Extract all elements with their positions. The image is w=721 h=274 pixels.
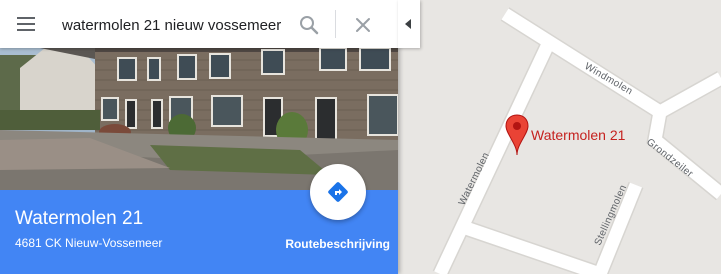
caret-left-icon <box>405 19 411 29</box>
close-x-icon[interactable] <box>351 13 375 37</box>
search-divider <box>335 10 336 38</box>
street-label-windmolen: Windmolen <box>583 61 635 97</box>
hamburger-menu-icon[interactable] <box>14 14 38 34</box>
collapse-panel-button[interactable] <box>398 0 420 48</box>
directions-label[interactable]: Routebeschrijving <box>285 237 390 251</box>
search-box <box>0 0 398 48</box>
place-address: 4681 CK Nieuw-Vossemeer <box>15 236 163 250</box>
directions-button[interactable] <box>310 164 366 220</box>
map-pin-icon[interactable] <box>505 114 529 156</box>
place-title: Watermolen 21 <box>15 208 144 229</box>
map-pin-label: Watermolen 21 <box>531 127 626 143</box>
magnifier-icon[interactable] <box>297 13 321 37</box>
directions-diamond-icon <box>328 182 348 202</box>
search-input[interactable] <box>62 14 282 36</box>
